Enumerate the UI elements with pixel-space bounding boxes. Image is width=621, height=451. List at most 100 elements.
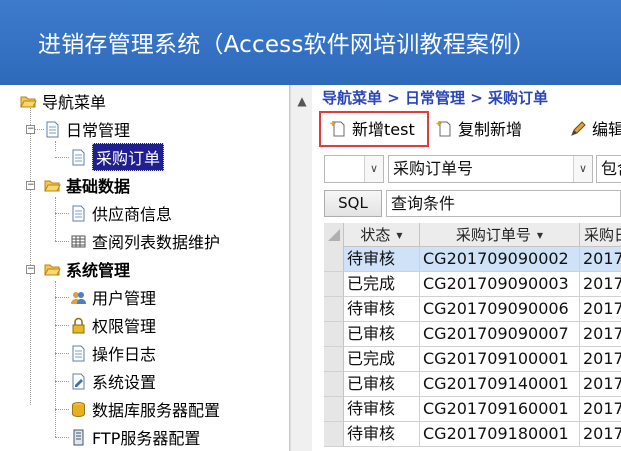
filter-logic-select[interactable]: ∨ bbox=[324, 155, 384, 183]
document-icon bbox=[70, 205, 87, 222]
tree-item-user-management[interactable]: 用户管理 bbox=[70, 285, 156, 309]
date-cell[interactable]: 2017- bbox=[580, 247, 621, 272]
grid-header: 状态 ▼ 采购订单号 ▼ 采购日 bbox=[324, 223, 621, 247]
column-header-label: 采购订单号 bbox=[455, 226, 531, 244]
date-cell[interactable]: 2017- bbox=[580, 322, 621, 347]
status-cell[interactable]: 已完成 bbox=[344, 347, 420, 372]
column-header-order-no[interactable]: 采购订单号 ▼ bbox=[420, 223, 580, 247]
tree-item-label: 查阅列表数据维护 bbox=[92, 233, 221, 252]
table-row[interactable]: 已审核CG2017090900072017- bbox=[324, 322, 621, 347]
order-no-cell[interactable]: CG201709140001 bbox=[420, 372, 580, 397]
row-selector[interactable] bbox=[324, 322, 344, 347]
order-no-cell[interactable]: CG201709090003 bbox=[420, 272, 580, 297]
table-row[interactable]: 已审核CG2017091400012017- bbox=[324, 372, 621, 397]
row-selector[interactable] bbox=[324, 247, 344, 272]
date-cell[interactable]: 2017- bbox=[580, 347, 621, 372]
tree-item-lookup-list[interactable]: 查阅列表数据维护 bbox=[70, 229, 220, 253]
status-cell[interactable]: 待审核 bbox=[344, 422, 420, 447]
date-cell[interactable]: 2017- bbox=[580, 297, 621, 322]
tree-item-db-server-config[interactable]: 数据库服务器配置 bbox=[70, 397, 220, 421]
tree-group-system[interactable]: 系统管理 bbox=[44, 257, 130, 281]
status-cell[interactable]: 待审核 bbox=[344, 247, 420, 272]
table-row[interactable]: 待审核CG2017090900022017- bbox=[324, 247, 621, 272]
chevron-down-icon[interactable]: ∨ bbox=[573, 156, 592, 182]
content-panel: 导航菜单 > 日常管理 > 采购订单 新增test 复制新增 编辑 ∨ 采购订单 bbox=[312, 85, 621, 451]
copy-add-button[interactable]: 复制新增 bbox=[436, 113, 522, 143]
tree-connector bbox=[30, 105, 31, 405]
settings-document-icon bbox=[70, 373, 87, 390]
collapse-toggle-system[interactable]: − bbox=[26, 265, 35, 274]
order-no-cell[interactable]: CG201709090002 bbox=[420, 247, 580, 272]
order-no-cell[interactable]: CG201709160001 bbox=[420, 397, 580, 422]
tree-item-purchase-order[interactable]: 采购订单 bbox=[70, 143, 165, 171]
table-row[interactable]: 已完成CG2017090900032017- bbox=[324, 272, 621, 297]
table-row[interactable]: 待审核CG2017090900062017- bbox=[324, 297, 621, 322]
table-row[interactable]: 已完成CG2017091000012017- bbox=[324, 347, 621, 372]
status-cell[interactable]: 已完成 bbox=[344, 272, 420, 297]
tree-connector bbox=[55, 281, 56, 437]
row-selector[interactable] bbox=[324, 347, 344, 372]
column-header-date[interactable]: 采购日 bbox=[580, 223, 621, 247]
column-header-status[interactable]: 状态 ▼ bbox=[344, 223, 420, 247]
filter-operator-select[interactable]: 包含 bbox=[596, 155, 621, 183]
tree-group-daily[interactable]: 日常管理 bbox=[44, 117, 130, 141]
filter-field-value: 采购订单号 bbox=[393, 159, 474, 178]
row-selector[interactable] bbox=[324, 297, 344, 322]
tree-item-system-settings[interactable]: 系统设置 bbox=[70, 369, 156, 393]
tree-item-supplier-info[interactable]: 供应商信息 bbox=[70, 201, 172, 225]
column-header-label: 状态 bbox=[360, 226, 391, 244]
collapse-toggle-basic[interactable]: − bbox=[26, 181, 35, 190]
filter-field-select[interactable]: 采购订单号 ∨ bbox=[388, 155, 593, 183]
order-no-cell[interactable]: CG201709180001 bbox=[420, 422, 580, 447]
date-cell[interactable]: 2017- bbox=[580, 397, 621, 422]
scroll-up-arrow-icon[interactable]: ▲ bbox=[294, 95, 310, 107]
new-document-icon bbox=[436, 120, 453, 137]
add-button[interactable]: 新增test bbox=[330, 113, 415, 143]
status-cell[interactable]: 已审核 bbox=[344, 322, 420, 347]
order-no-cell[interactable]: CG201709090006 bbox=[420, 297, 580, 322]
row-selector[interactable] bbox=[324, 397, 344, 422]
tree-item-label: 采购订单 bbox=[92, 143, 165, 171]
date-cell[interactable]: 2017- bbox=[580, 422, 621, 447]
tree-item-label: 数据库服务器配置 bbox=[92, 401, 221, 420]
query-condition-input[interactable]: 查询条件 bbox=[386, 190, 621, 217]
tree-item-permission-management[interactable]: 权限管理 bbox=[70, 313, 156, 337]
users-icon bbox=[70, 289, 87, 306]
order-no-cell[interactable]: CG201709090007 bbox=[420, 322, 580, 347]
sql-button[interactable]: SQL bbox=[324, 190, 382, 217]
edit-button[interactable]: 编辑 bbox=[570, 113, 621, 143]
breadcrumb: 导航菜单 > 日常管理 > 采购订单 bbox=[322, 89, 549, 107]
dropdown-arrow-icon[interactable]: ▼ bbox=[396, 231, 402, 240]
tree-root[interactable]: 导航菜单 bbox=[20, 89, 106, 113]
date-cell[interactable]: 2017- bbox=[580, 272, 621, 297]
table-row[interactable]: 待审核CG2017091600012017- bbox=[324, 397, 621, 422]
status-cell[interactable]: 待审核 bbox=[344, 297, 420, 322]
row-selector[interactable] bbox=[324, 422, 344, 447]
tree-item-label: 供应商信息 bbox=[92, 205, 173, 224]
status-cell[interactable]: 已审核 bbox=[344, 372, 420, 397]
table-row[interactable]: 待审核CG2017091800012017- bbox=[324, 422, 621, 447]
tree-item-label: 权限管理 bbox=[92, 317, 157, 336]
tree-group-label: 基础数据 bbox=[66, 177, 131, 196]
document-icon bbox=[70, 149, 87, 166]
order-no-cell[interactable]: CG201709100001 bbox=[420, 347, 580, 372]
document-icon bbox=[70, 345, 87, 362]
tree-group-basic-data[interactable]: 基础数据 bbox=[44, 173, 130, 197]
row-selector[interactable] bbox=[324, 272, 344, 297]
status-cell[interactable]: 待审核 bbox=[344, 397, 420, 422]
query-condition-label: 查询条件 bbox=[391, 194, 456, 213]
collapse-toggle-daily[interactable]: − bbox=[26, 125, 35, 134]
date-cell[interactable]: 2017- bbox=[580, 372, 621, 397]
tree-item-operation-log[interactable]: 操作日志 bbox=[70, 341, 156, 365]
add-button-label: 新增test bbox=[352, 120, 415, 139]
order-grid: 状态▼ 采购订单号▼ 采购日 待审核CG2017090900022017-已完成… bbox=[324, 223, 621, 451]
tree-connector bbox=[55, 353, 69, 354]
app-title-bar: 进销存管理系统（Access软件网培训教程案例） bbox=[0, 0, 621, 85]
grid-corner[interactable] bbox=[324, 223, 344, 247]
nav-scrollbar[interactable]: ▲ bbox=[290, 85, 312, 451]
dropdown-arrow-icon[interactable]: ▼ bbox=[537, 231, 543, 240]
row-selector[interactable] bbox=[324, 372, 344, 397]
chevron-down-icon[interactable]: ∨ bbox=[364, 156, 383, 182]
tree-item-ftp-server-config[interactable]: FTP服务器配置 bbox=[70, 425, 200, 449]
tree-group-label: 系统管理 bbox=[66, 261, 131, 280]
